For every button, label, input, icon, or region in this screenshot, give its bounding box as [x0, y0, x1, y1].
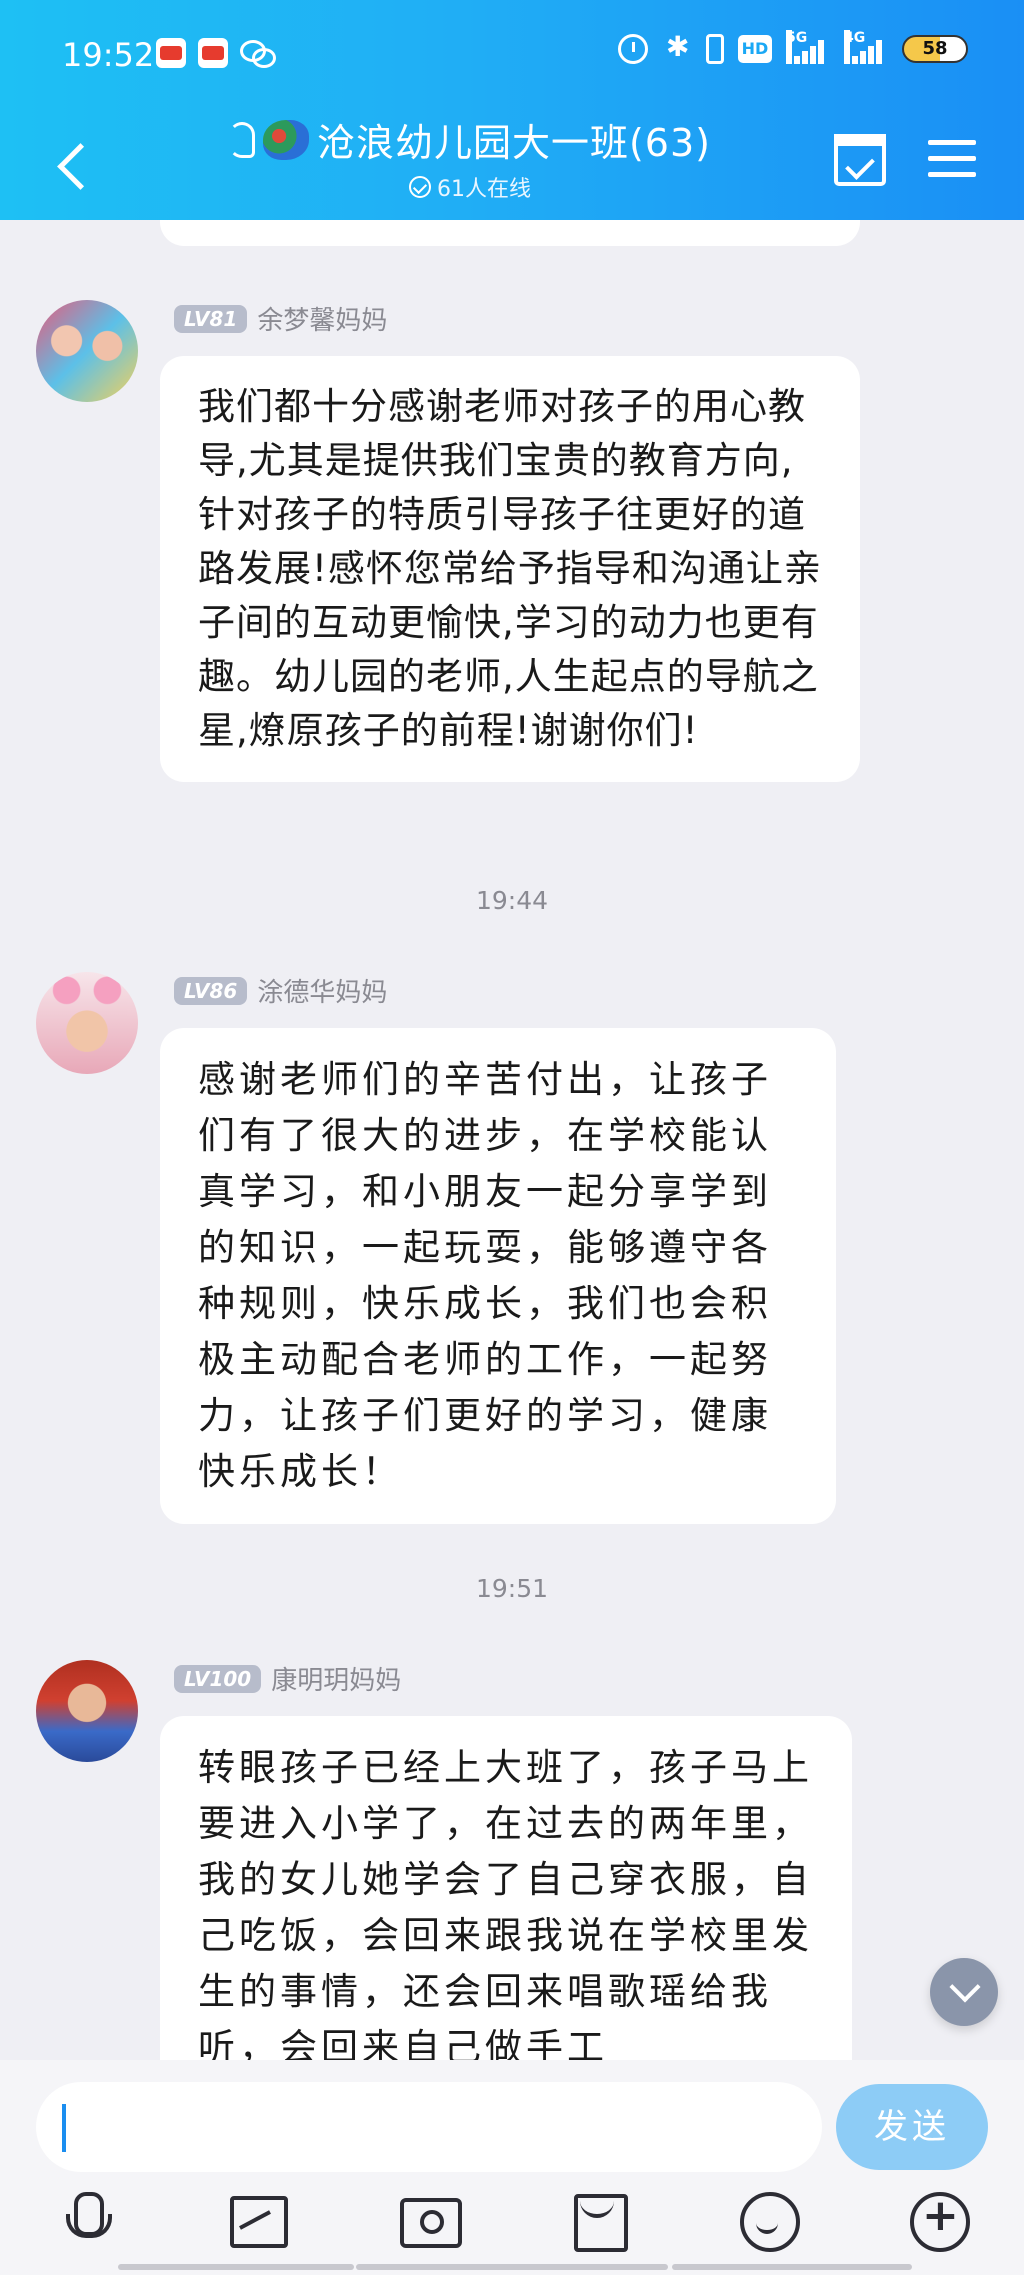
online-count: 61人在线: [437, 177, 531, 202]
scroll-indicator: [672, 2264, 912, 2270]
app-notification-icon: [198, 38, 228, 68]
message-text: 转眼孩子已经上大班了，孩子马上要进入小学了，在过去的两年里，我的女儿她学会了自己…: [198, 1746, 813, 2060]
notification-icons: [156, 38, 276, 68]
online-check-icon: [409, 176, 431, 198]
image-icon[interactable]: [226, 2190, 288, 2250]
sender-row: LV81 余梦馨妈妈: [174, 300, 387, 337]
sender-row: LV100 康明玥妈妈: [174, 1660, 401, 1697]
scroll-indicator: [118, 2264, 354, 2270]
chat-header: 19:52 HD 5G 4G 58: [0, 0, 1024, 220]
input-toolbar: [0, 2190, 1024, 2270]
send-button[interactable]: 发送: [836, 2084, 988, 2170]
previous-message-bubble: [160, 220, 860, 246]
system-icons: HD 5G 4G 58: [618, 30, 968, 64]
vibrate-icon: [706, 34, 724, 64]
camera-icon[interactable]: [398, 2190, 462, 2250]
signal-5g-icon: 5G: [786, 30, 830, 64]
red-packet-icon[interactable]: [568, 2190, 628, 2252]
message-bubble[interactable]: 转眼孩子已经上大班了，孩子马上要进入小学了，在过去的两年里，我的女儿她学会了自己…: [160, 1716, 852, 2060]
group-title-area[interactable]: 沧浪幼儿园大一班(63) 61人在线: [190, 112, 750, 203]
level-badge: LV81: [174, 304, 248, 333]
mic-icon[interactable]: [56, 2190, 116, 2250]
scroll-to-bottom-button[interactable]: [930, 1958, 998, 2026]
wechat-icon: [240, 38, 276, 68]
battery-icon: 58: [902, 35, 968, 63]
sender-name[interactable]: 余梦馨妈妈: [257, 300, 387, 337]
nav-bar: 沧浪幼儿园大一班(63) 61人在线: [0, 110, 1024, 220]
message-timestamp: 19:44: [475, 886, 549, 915]
bluetooth-icon: [662, 30, 692, 64]
signal-4g-label: 4G: [844, 30, 865, 64]
earpiece-mode-icon: [228, 121, 255, 158]
signal-5g-label: 5G: [786, 30, 807, 64]
alarm-icon: [618, 34, 648, 64]
menu-icon[interactable]: [928, 138, 976, 180]
sender-name[interactable]: 涂德华妈妈: [257, 972, 387, 1009]
plus-icon[interactable]: [908, 2190, 970, 2252]
group-title: 沧浪幼儿园大一班(63): [316, 121, 711, 165]
chat-message-list[interactable]: LV81 余梦馨妈妈 我们都十分感谢老师对孩子的用心教导,尤其是提供我们宝贵的教…: [0, 220, 1024, 2060]
level-badge: LV100: [174, 1664, 262, 1693]
app-notification-icon: [156, 38, 186, 68]
level-badge: LV86: [174, 976, 248, 1005]
message-text: 感谢老师们的辛苦付出，让孩子们有了很大的进步，在学校能认真学习，和小朋友一起分享…: [198, 1058, 772, 1493]
avatar[interactable]: [36, 300, 138, 402]
input-bar: 发送: [0, 2060, 1024, 2275]
message-text: 我们都十分感谢老师对孩子的用心教导,尤其是提供我们宝贵的教育方向,针对孩子的特质…: [198, 385, 822, 752]
message-bubble[interactable]: 感谢老师们的辛苦付出，让孩子们有了很大的进步，在学校能认真学习，和小朋友一起分享…: [160, 1028, 836, 1524]
avatar[interactable]: [36, 1660, 138, 1762]
checkin-calendar-icon[interactable]: [834, 134, 886, 186]
message-input[interactable]: [36, 2082, 822, 2172]
status-bar: 19:52 HD 5G 4G 58: [0, 0, 1024, 110]
emoji-icon[interactable]: [738, 2190, 800, 2252]
scroll-indicator: [356, 2264, 668, 2270]
back-button[interactable]: [50, 130, 100, 200]
signal-4g-icon: 4G: [844, 30, 888, 64]
sender-name[interactable]: 康明玥妈妈: [271, 1660, 401, 1697]
message-timestamp: 19:51: [475, 1574, 549, 1603]
group-avatar-icon: [262, 119, 309, 160]
message-bubble[interactable]: 我们都十分感谢老师对孩子的用心教导,尤其是提供我们宝贵的教育方向,针对孩子的特质…: [160, 356, 860, 782]
text-cursor: [62, 2104, 66, 2152]
avatar[interactable]: [36, 972, 138, 1074]
hd-icon: HD: [738, 35, 772, 63]
sender-row: LV86 涂德华妈妈: [174, 972, 387, 1009]
status-time: 19:52: [62, 36, 155, 74]
